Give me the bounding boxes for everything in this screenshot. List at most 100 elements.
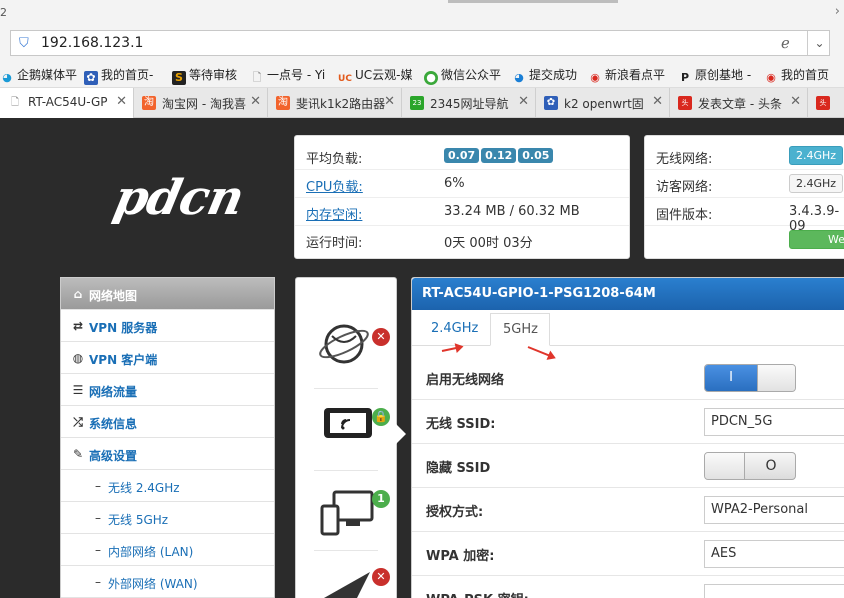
disconnected-icon: ✕ bbox=[372, 328, 390, 346]
lock-icon: 🔒 bbox=[372, 408, 390, 426]
close-icon[interactable]: ✕ bbox=[515, 94, 529, 109]
ssid-input[interactable]: PDCN_5G bbox=[704, 408, 844, 436]
memory-free-link[interactable]: 内存空闲: bbox=[306, 204, 362, 223]
shield-icon: ⛉ bbox=[19, 36, 29, 51]
auth-mode-select[interactable]: WPA2-Personal bbox=[704, 496, 844, 524]
clients-icon[interactable] bbox=[318, 488, 378, 547]
browser-tab[interactable]: 23 2345网址导航 ✕ bbox=[402, 88, 536, 118]
network-status-card: 无线网络: 2.4GHz 访客网络: 2.4GHz 固件版本: 3.4.3.9-… bbox=[644, 135, 844, 259]
psk-input[interactable] bbox=[704, 584, 844, 598]
sidebar-item-wan[interactable]: – 外部网络 (WAN) bbox=[61, 566, 274, 598]
close-icon[interactable]: ✕ bbox=[787, 94, 801, 109]
toutiao-icon: 头 bbox=[678, 96, 692, 110]
guest-row: 访客网络: 2.4GHz bbox=[645, 170, 844, 198]
sidebar-item-traffic[interactable]: ☰ 网络流量 bbox=[61, 374, 274, 406]
close-icon[interactable]: ✕ bbox=[649, 94, 663, 109]
bookmark-item[interactable]: ◉ 新浪看点平 bbox=[588, 66, 665, 85]
page-icon: 🗋 bbox=[252, 71, 262, 84]
browser-tab[interactable]: 头 发表文章 - 头条 ✕ bbox=[670, 88, 808, 118]
browser-tab-strip: 🗋 RT-AC54U-GP ✕ 淘 淘宝网 - 淘我喜 ✕ 淘 斐讯k1k2路由… bbox=[0, 88, 844, 118]
enable-wireless-row: 启用无线网络 I bbox=[412, 356, 844, 400]
weibo-icon: ◉ bbox=[590, 71, 600, 84]
address-bar[interactable]: ⛉ 192.168.123.1 ℯ ⌄ bbox=[10, 30, 830, 56]
client-count-badge: 1 bbox=[372, 490, 390, 508]
window-drag-bar[interactable] bbox=[448, 0, 618, 3]
bookmark-item[interactable]: ◕ 企鹅媒体平 bbox=[0, 66, 77, 85]
auth-row: 授权方式: WPA2-Personal bbox=[412, 488, 844, 532]
taobao-icon: 淘 bbox=[276, 96, 290, 110]
divider bbox=[314, 470, 378, 471]
wrench-icon: ✎ bbox=[72, 447, 84, 461]
load-badges: 0.07 0.12 0.05 bbox=[444, 148, 555, 163]
chevron-right-icon[interactable]: › bbox=[835, 4, 840, 19]
enable-wireless-toggle[interactable]: I bbox=[704, 364, 796, 392]
bookmark-item[interactable]: ● 微信公众平 bbox=[424, 66, 501, 85]
address-text[interactable]: 192.168.123.1 bbox=[41, 35, 143, 51]
bookmark-item[interactable]: P 原创基地 - bbox=[678, 66, 751, 85]
band-tabs: 2.4GHz 5GHz bbox=[412, 310, 844, 346]
disconnected-icon: ✕ bbox=[372, 568, 390, 586]
sidebar-item-wireless-24[interactable]: – 无线 2.4GHz bbox=[61, 470, 274, 502]
close-icon[interactable]: ✕ bbox=[247, 94, 261, 109]
home-icon: ⌂ bbox=[73, 287, 83, 301]
browser-tab[interactable]: ✿ k2 openwrt固 ✕ bbox=[536, 88, 670, 118]
system-status-card: 平均负载: 0.07 0.12 0.05 CPU负载: 6% 内存空闲: 33.24… bbox=[294, 135, 630, 259]
memory-row: 内存空闲: 33.24 MB / 60.32 MB bbox=[295, 198, 629, 226]
wireless-settings-panel: RT-AC54U-GPIO-1-PSG1208-64M 2.4GHz 5GHz … bbox=[411, 277, 844, 598]
sidebar-item-advanced[interactable]: ✎ 高级设置 bbox=[61, 438, 274, 470]
router-device-icon[interactable] bbox=[318, 406, 378, 451]
browser-tab[interactable]: 头 bbox=[808, 88, 844, 118]
tab-24ghz[interactable]: 2.4GHz bbox=[420, 313, 494, 346]
hide-ssid-toggle[interactable]: O bbox=[704, 452, 796, 480]
ie-engine-icon[interactable]: ℯ bbox=[781, 34, 790, 52]
sidebar-item-wireless-5[interactable]: – 无线 5GHz bbox=[61, 502, 274, 534]
bookmark-item[interactable]: S 等待审核 bbox=[172, 66, 237, 85]
browser-tab[interactable]: 🗋 RT-AC54U-GP ✕ bbox=[0, 88, 134, 118]
sidebar-nav: ⌂ 网络地图 ⇄ VPN 服务器 ◍ VPN 客户端 ☰ 网络流量 ⤮ 系统信息… bbox=[60, 277, 275, 598]
dash-icon: – bbox=[95, 479, 101, 493]
sidebar-item-vpn-client[interactable]: ◍ VPN 客户端 bbox=[61, 342, 274, 374]
weibo-icon: ◉ bbox=[766, 71, 776, 84]
toutiao-icon: 头 bbox=[816, 96, 830, 110]
bookmark-item[interactable]: ◕ 提交成功 bbox=[512, 66, 577, 85]
wifi-band-button[interactable]: 2.4GHz bbox=[789, 146, 844, 165]
usb-device-icon[interactable] bbox=[318, 568, 378, 598]
tab-5ghz[interactable]: 5GHz bbox=[490, 313, 550, 346]
panel-header: RT-AC54U-GPIO-1-PSG1208-64M bbox=[412, 278, 844, 310]
sidebar-item-system-info[interactable]: ⤮ 系统信息 bbox=[61, 406, 274, 438]
address-row: ⛉ 192.168.123.1 ℯ ⌄ bbox=[0, 28, 844, 60]
sidebar-item-lan[interactable]: – 内部网络 (LAN) bbox=[61, 534, 274, 566]
brand-logo[interactable]: pdcn bbox=[109, 170, 248, 226]
toggle-knob bbox=[705, 453, 745, 479]
panel-title: RT-AC54U-GPIO-1-PSG1208-64M bbox=[422, 286, 656, 301]
chevron-down-icon[interactable]: ⌄ bbox=[807, 31, 831, 55]
psk-row: WPA-PSK 密钥: bbox=[412, 576, 844, 598]
guest-band-button[interactable]: 2.4GHz bbox=[789, 174, 844, 193]
wechat-icon: ● bbox=[424, 71, 438, 85]
penguin-icon: ◕ bbox=[514, 71, 524, 84]
cpu-load-link[interactable]: CPU负载: bbox=[306, 176, 363, 195]
close-icon[interactable]: ✕ bbox=[381, 94, 395, 109]
bookmark-item[interactable]: ◉ 我的首页 bbox=[764, 66, 829, 85]
page-icon: 🗋 bbox=[10, 97, 20, 108]
swap-icon: ⇄ bbox=[72, 319, 84, 333]
close-icon[interactable]: ✕ bbox=[113, 94, 127, 109]
browser-tab[interactable]: 淘 淘宝网 - 淘我喜 ✕ bbox=[134, 88, 268, 118]
sidebar-item-vpn-server[interactable]: ⇄ VPN 服务器 bbox=[61, 310, 274, 342]
bookmark-item[interactable]: 🗋 一点号 - Yi bbox=[250, 66, 326, 85]
uptime-row: 运行时间: 0天 00时 03分 bbox=[306, 236, 533, 251]
toggle-knob bbox=[757, 365, 795, 391]
internet-globe-icon[interactable] bbox=[314, 316, 374, 381]
browser-tab[interactable]: 淘 斐讯k1k2路由器 ✕ bbox=[268, 88, 402, 118]
dash-icon: – bbox=[95, 575, 101, 589]
tab-count-prefix: 2 bbox=[0, 6, 7, 19]
bookmark-item[interactable]: ✿ 我的首页- bbox=[84, 66, 153, 85]
encryption-select[interactable]: AES bbox=[704, 540, 844, 568]
paw-icon: ✿ bbox=[84, 71, 98, 85]
divider bbox=[314, 388, 378, 389]
hide-ssid-row: 隐藏 SSID O bbox=[412, 444, 844, 488]
sidebar-item-network-map[interactable]: ⌂ 网络地图 bbox=[61, 278, 274, 310]
bookmark-item[interactable]: UC UC云观-媒 bbox=[338, 66, 412, 86]
web-button[interactable]: Web bbox=[789, 230, 844, 249]
firmware-row: 固件版本: 3.4.3.9-09 bbox=[645, 198, 844, 234]
